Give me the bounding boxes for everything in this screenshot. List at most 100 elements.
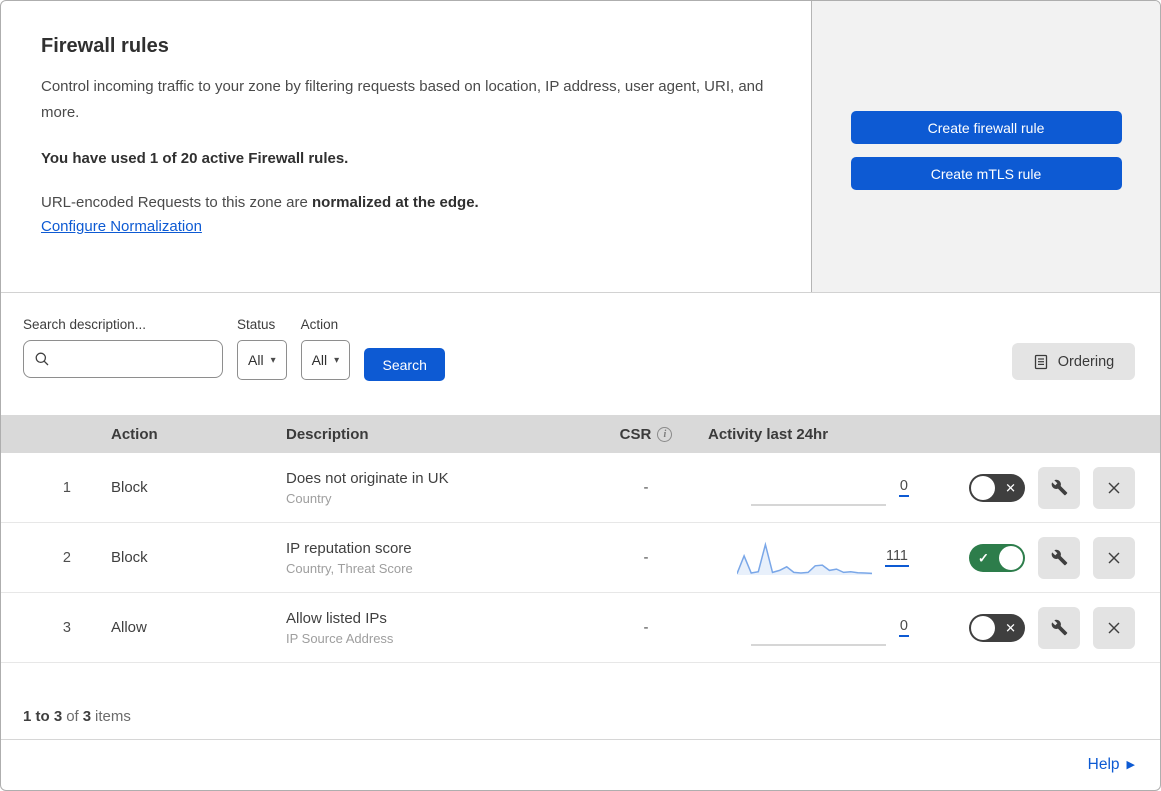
items-word: items [95, 708, 131, 725]
normalization-note: URL-encoded Requests to this zone are no… [41, 194, 771, 211]
rule-enabled-toggle[interactable]: ✕✓ [969, 613, 1025, 642]
create-firewall-rule-button[interactable]: Create firewall rule [850, 111, 1122, 144]
items-total: 3 [82, 708, 92, 725]
wrench-icon [1051, 549, 1067, 566]
status-label: Status [237, 317, 276, 332]
info-icon[interactable]: i [657, 426, 673, 442]
status-dropdown-value: All [248, 352, 264, 368]
toggle-off-icon: ✕ [1005, 480, 1016, 495]
activity-sparkline [750, 608, 886, 648]
firewall-rules-panel: Firewall rules Control incoming traffic … [0, 0, 1161, 791]
column-activity: Activity last 24hr [708, 425, 829, 443]
rule-priority: 3 [62, 619, 71, 636]
table-row: 1 Block Does not originate in UK Country… [1, 453, 1160, 523]
activity-sparkline [736, 538, 872, 578]
ordering-button[interactable]: Ordering [1012, 343, 1135, 380]
rule-csr-value: - [643, 479, 649, 496]
rule-fields: Country [286, 490, 332, 506]
toggle-on-icon: ✓ [978, 550, 989, 565]
rule-description: Does not originate in UK [286, 469, 449, 487]
usage-note: You have used 1 of 20 active Firewall ru… [41, 150, 349, 167]
search-input[interactable] [56, 351, 214, 367]
toggle-knob [971, 615, 995, 640]
items-count: 1 to 3 of 3 items [1, 663, 1160, 739]
search-button[interactable]: Search [364, 348, 446, 381]
search-input-box[interactable] [23, 340, 223, 378]
page-title: Firewall rules [41, 35, 169, 57]
wrench-icon [1051, 479, 1067, 496]
page-description: Control incoming traffic to your zone by… [41, 78, 764, 121]
header-section: Firewall rules Control incoming traffic … [1, 1, 1160, 293]
rule-priority: 1 [62, 479, 71, 496]
action-dropdown-value: All [311, 352, 328, 368]
activity-count-link[interactable]: 0 [898, 478, 909, 497]
activity-count-link[interactable]: 111 [884, 548, 909, 567]
rule-enabled-toggle[interactable]: ✕✓ [969, 473, 1025, 502]
delete-rule-button[interactable] [1093, 466, 1135, 509]
configure-normalization-link[interactable]: Configure Normalization [41, 218, 202, 235]
toggle-knob [999, 545, 1023, 570]
rule-description: Allow listed IPs [286, 609, 387, 627]
ordering-button-label: Ordering [1057, 353, 1115, 370]
rule-enabled-toggle[interactable]: ✕✓ [969, 543, 1025, 572]
table-row: 2 Block IP reputation score Country, Thr… [1, 523, 1160, 593]
edit-rule-button[interactable] [1038, 536, 1080, 579]
filter-bar: Search description... Status All ▾ Actio… [1, 293, 1160, 415]
close-icon [1108, 552, 1120, 563]
rule-description-cell: Allow listed IPs IP Source Address [286, 610, 601, 646]
create-mtls-rule-button[interactable]: Create mTLS rule [850, 157, 1122, 190]
rule-activity-cell: 0 [691, 468, 921, 508]
close-icon [1108, 482, 1120, 493]
activity-count-link[interactable]: 0 [898, 618, 909, 637]
wrench-icon [1051, 619, 1067, 636]
actions-panel: Create firewall rule Create mTLS rule [812, 1, 1160, 292]
status-dropdown[interactable]: All ▾ [237, 340, 287, 380]
edit-rule-button[interactable] [1038, 606, 1080, 649]
delete-rule-button[interactable] [1093, 606, 1135, 649]
table-header: Action Description CSR i Activity last 2… [1, 415, 1160, 453]
rule-controls: ✕✓ [921, 466, 1160, 509]
chevron-down-icon: ▾ [270, 354, 276, 366]
rule-activity-cell: 111 [691, 538, 921, 578]
rule-fields: Country, Threat Score [286, 560, 413, 576]
edit-rule-button[interactable] [1038, 466, 1080, 509]
column-csr-label: CSR [619, 425, 652, 443]
action-dropdown[interactable]: All ▾ [300, 340, 351, 380]
search-icon [35, 352, 49, 366]
rule-description-cell: IP reputation score Country, Threat Scor… [286, 540, 601, 576]
rule-action: Block [111, 549, 148, 566]
rule-activity-cell: 0 [691, 608, 921, 648]
normalization-prefix: URL-encoded Requests to this zone are [41, 194, 312, 211]
rule-csr-value: - [643, 619, 649, 636]
rule-action: Allow [111, 619, 147, 636]
toggle-off-icon: ✕ [1005, 620, 1016, 635]
action-filter-group: Action All ▾ [300, 317, 351, 380]
column-csr: CSR i [601, 426, 691, 443]
rule-description: IP reputation score [286, 539, 412, 557]
ordering-list-icon [1034, 354, 1047, 369]
chevron-down-icon: ▾ [334, 354, 340, 366]
search-group: Search description... [23, 317, 223, 378]
items-of-word: of [66, 708, 79, 725]
close-icon [1108, 622, 1120, 633]
table-row: 3 Allow Allow listed IPs IP Source Addre… [1, 593, 1160, 663]
help-label: Help [1087, 755, 1120, 773]
arrow-right-icon: ▶ [1126, 759, 1135, 771]
help-link[interactable]: Help ▶ [1088, 756, 1135, 774]
rule-fields: IP Source Address [286, 630, 394, 646]
activity-sparkline [750, 468, 886, 508]
items-range: 1 to 3 [23, 708, 63, 725]
action-label: Action [300, 317, 339, 332]
column-description: Description [286, 425, 369, 443]
normalization-bold: normalized at the edge. [312, 194, 479, 211]
column-action: Action [111, 425, 158, 443]
rule-controls: ✕✓ [921, 536, 1160, 579]
rule-description-cell: Does not originate in UK Country [286, 470, 601, 506]
status-filter-group: Status All ▾ [237, 317, 287, 380]
delete-rule-button[interactable] [1093, 536, 1135, 579]
header-text-area: Firewall rules Control incoming traffic … [1, 1, 812, 292]
toggle-knob [971, 475, 995, 500]
rule-csr-value: - [643, 549, 649, 566]
rule-priority: 2 [62, 549, 71, 566]
rule-controls: ✕✓ [921, 606, 1160, 649]
